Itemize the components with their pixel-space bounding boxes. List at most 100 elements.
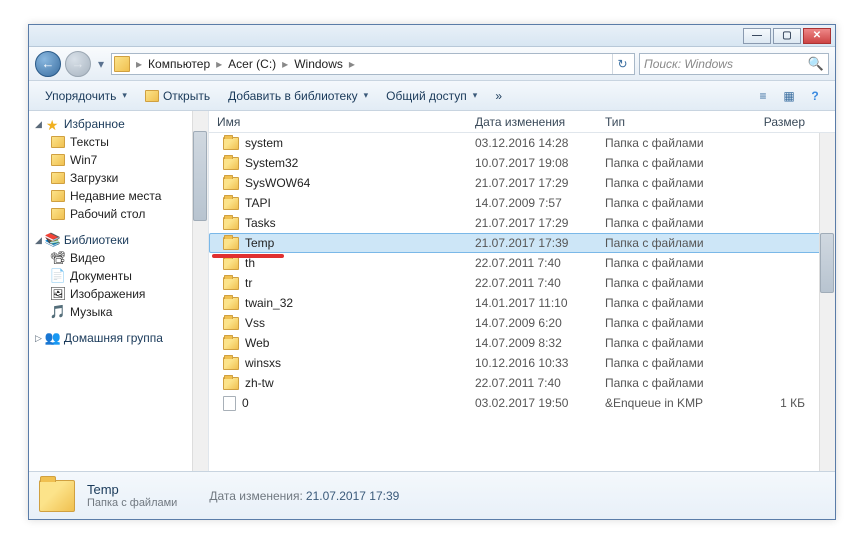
sidebar-item[interactable]: 📽Видео [29, 249, 208, 267]
homegroup-label: Домашняя группа [64, 331, 163, 345]
nav-forward-button[interactable]: → [65, 51, 91, 77]
column-date[interactable]: Дата изменения [475, 115, 605, 129]
libraries-header[interactable]: ◢ 📚 Библиотеки [29, 231, 208, 249]
sidebar-item[interactable]: Win7 [29, 151, 208, 169]
file-type: Папка с файлами [605, 216, 735, 230]
homegroup-header[interactable]: ▷ 👥 Домашняя группа [29, 329, 208, 347]
sidebar-item[interactable]: Рабочий стол [29, 205, 208, 223]
file-row[interactable]: Temp21.07.2017 17:39Папка с файлами [209, 233, 835, 253]
file-date: 14.07.2009 8:32 [475, 336, 605, 350]
preview-pane-button[interactable]: ▦ [777, 84, 801, 108]
open-button[interactable]: Открыть [137, 86, 218, 106]
file-date: 22.07.2011 7:40 [475, 276, 605, 290]
titlebar: — ▢ ✕ [29, 25, 835, 47]
libraries-icon: 📚 [46, 233, 60, 247]
file-type: Папка с файлами [605, 316, 735, 330]
minimize-button[interactable]: — [743, 28, 771, 44]
sidebar-item[interactable]: Тексты [29, 133, 208, 151]
file-row[interactable]: system03.12.2016 14:28Папка с файлами [209, 133, 835, 153]
folder-icon [223, 357, 239, 370]
folder-icon [223, 177, 239, 190]
sidebar-item[interactable]: 🖼Изображения [29, 285, 208, 303]
address-bar[interactable]: ▸ Компьютер ▸ Acer (C:) ▸ Windows ▸ ↻ [111, 53, 635, 75]
column-name[interactable]: Имя [217, 115, 475, 129]
maximize-button[interactable]: ▢ [773, 28, 801, 44]
folder-icon [223, 337, 239, 350]
file-row[interactable]: tr22.07.2011 7:40Папка с файлами [209, 273, 835, 293]
search-placeholder: Поиск: Windows [644, 57, 733, 71]
folder-icon [223, 237, 239, 250]
breadcrumb-sep: ▸ [347, 57, 357, 71]
file-date: 22.07.2011 7:40 [475, 376, 605, 390]
sidebar-scrollbar[interactable] [192, 111, 208, 471]
sidebar-item[interactable]: Недавние места [29, 187, 208, 205]
file-type: &Enqueue in KMP [605, 396, 735, 410]
nav-history-dropdown[interactable]: ▾ [95, 55, 107, 73]
folder-icon [223, 157, 239, 170]
file-date: 14.01.2017 11:10 [475, 296, 605, 310]
file-row[interactable]: TAPI14.07.2009 7:57Папка с файлами [209, 193, 835, 213]
organize-menu[interactable]: Упорядочить ▾ [37, 86, 135, 106]
addlib-label: Добавить в библиотеку [228, 89, 358, 103]
explorer-window: — ▢ ✕ ← → ▾ ▸ Компьютер ▸ Acer (C:) ▸ Wi… [28, 24, 836, 520]
file-date: 14.07.2009 6:20 [475, 316, 605, 330]
file-row[interactable]: Web14.07.2009 8:32Папка с файлами [209, 333, 835, 353]
add-to-library-menu[interactable]: Добавить в библиотеку ▾ [220, 86, 376, 106]
collapse-icon: ◢ [35, 119, 42, 130]
scrollbar-thumb[interactable] [193, 131, 207, 221]
share-menu[interactable]: Общий доступ ▾ [378, 86, 485, 106]
file-type: Папка с файлами [605, 376, 735, 390]
file-row[interactable]: System3210.07.2017 19:08Папка с файлами [209, 153, 835, 173]
favorites-header[interactable]: ◢ ★ Избранное [29, 115, 208, 133]
expand-icon: ▷ [35, 333, 42, 344]
file-date: 21.07.2017 17:39 [475, 236, 605, 250]
column-size[interactable]: Размер [735, 115, 805, 129]
sidebar-item[interactable]: 📄Документы [29, 267, 208, 285]
file-row[interactable]: twain_3214.01.2017 11:10Папка с файлами [209, 293, 835, 313]
folder-icon [223, 137, 239, 150]
folder-icon [223, 317, 239, 330]
view-options-button[interactable]: ≡ [751, 84, 775, 108]
file-row[interactable]: 003.02.2017 19:50&Enqueue in KMP1 КБ [209, 393, 835, 413]
file-list-pane: Имя Дата изменения Тип Размер system03.1… [209, 111, 835, 471]
share-label: Общий доступ [386, 89, 467, 103]
file-type: Папка с файлами [605, 136, 735, 150]
file-name: SysWOW64 [245, 176, 310, 190]
chevron-down-icon: ▾ [364, 90, 369, 101]
library-icon: 📄 [51, 269, 65, 283]
details-date: Дата изменения: 21.07.2017 17:39 [209, 489, 399, 503]
content-scrollbar[interactable] [819, 133, 835, 471]
breadcrumb-seg[interactable]: Windows [290, 57, 347, 71]
column-type[interactable]: Тип [605, 115, 735, 129]
body-area: ◢ ★ Избранное ТекстыWin7ЗагрузкиНедавние… [29, 111, 835, 471]
file-row[interactable]: th22.07.2011 7:40Папка с файлами [209, 253, 835, 273]
file-row[interactable]: SysWOW6421.07.2017 17:29Папка с файлами [209, 173, 835, 193]
breadcrumb-sep: ▸ [280, 57, 290, 71]
file-date: 03.02.2017 19:50 [475, 396, 605, 410]
folder-icon [114, 56, 130, 72]
file-row[interactable]: winsxs10.12.2016 10:33Папка с файлами [209, 353, 835, 373]
file-name: Web [245, 336, 269, 350]
close-button[interactable]: ✕ [803, 28, 831, 44]
file-name: 0 [242, 396, 249, 410]
breadcrumb-seg[interactable]: Компьютер [144, 57, 214, 71]
file-row[interactable]: Tasks21.07.2017 17:29Папка с файлами [209, 213, 835, 233]
breadcrumb-seg[interactable]: Acer (C:) [224, 57, 280, 71]
file-name: zh-tw [245, 376, 274, 390]
file-icon [223, 396, 236, 411]
help-button[interactable]: ? [803, 84, 827, 108]
sidebar-item[interactable]: Загрузки [29, 169, 208, 187]
more-menu[interactable]: » [487, 86, 510, 106]
sidebar-item[interactable]: 🎵Музыка [29, 303, 208, 321]
search-input[interactable]: Поиск: Windows 🔍 [639, 53, 829, 75]
nav-back-button[interactable]: ← [35, 51, 61, 77]
search-icon: 🔍 [808, 56, 824, 72]
organize-label: Упорядочить [45, 89, 116, 103]
refresh-icon[interactable]: ↻ [612, 54, 632, 74]
file-date: 21.07.2017 17:29 [475, 176, 605, 190]
folder-icon [51, 172, 65, 184]
file-row[interactable]: Vss14.07.2009 6:20Папка с файлами [209, 313, 835, 333]
file-row[interactable]: zh-tw 22.07.2011 7:40Папка с файлами [209, 373, 835, 393]
scrollbar-thumb[interactable] [820, 233, 834, 293]
file-type: Папка с файлами [605, 276, 735, 290]
